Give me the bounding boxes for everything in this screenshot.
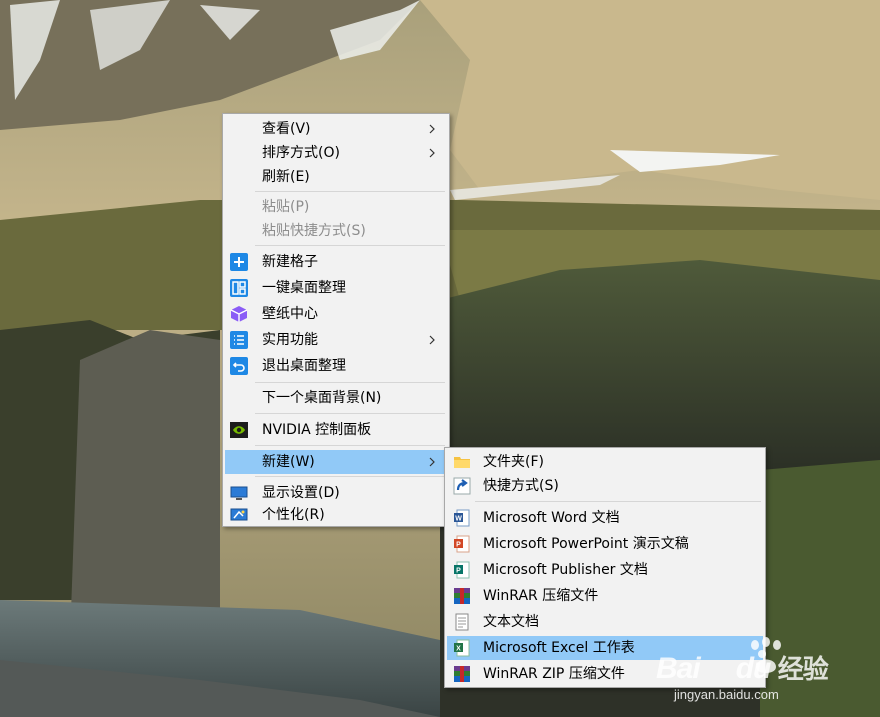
winrar-zip-icon — [454, 666, 470, 682]
submenu-item-label: Microsoft Publisher 文档 — [483, 562, 648, 578]
menu-item-view[interactable]: 查看(V) — [225, 117, 447, 141]
menu-item-label: 排序方式(O) — [262, 145, 340, 161]
powerpoint-icon: P — [454, 535, 470, 553]
menu-item-label: 新建(W) — [262, 454, 315, 470]
submenu-item-word-doc[interactable]: W Microsoft Word 文档 — [447, 506, 763, 530]
baidu-watermark: Bai du 经验 jingyan.baidu.com — [656, 635, 866, 707]
submenu-item-folder[interactable]: 文件夹(F) — [447, 450, 763, 474]
menu-item-label: 粘贴(P) — [262, 199, 310, 215]
submenu-item-label: Microsoft Excel 工作表 — [483, 640, 635, 656]
menu-separator — [255, 245, 445, 246]
menu-separator — [255, 476, 445, 477]
watermark-subtitle: 经验 — [777, 655, 829, 685]
menu-item-sort-by[interactable]: 排序方式(O) — [225, 141, 447, 165]
menu-separator — [255, 191, 445, 192]
menu-item-one-click-organize[interactable]: 一键桌面整理 — [225, 276, 447, 300]
submenu-item-label: 文件夹(F) — [483, 454, 544, 470]
submenu-item-label: Microsoft Word 文档 — [483, 510, 620, 526]
menu-item-paste-shortcut[interactable]: 粘贴快捷方式(S) — [225, 219, 447, 243]
svg-text:W: W — [455, 516, 462, 523]
layout-grid-icon — [230, 279, 248, 297]
menu-item-label: 实用功能 — [262, 332, 318, 348]
menu-item-label: 下一个桌面背景(N) — [262, 390, 382, 406]
submenu-item-label: Microsoft PowerPoint 演示文稿 — [483, 536, 689, 552]
desktop-context-menu: 查看(V) 排序方式(O) 刷新(E) 粘贴(P) 粘贴快捷方式(S) 新建格子… — [222, 113, 450, 527]
menu-item-new-grid[interactable]: 新建格子 — [225, 250, 447, 274]
text-file-icon — [455, 613, 469, 631]
menu-item-label: 退出桌面整理 — [262, 358, 346, 374]
submenu-item-text-document[interactable]: 文本文档 — [447, 610, 763, 634]
svg-text:P: P — [456, 568, 461, 575]
menu-item-label: 个性化(R) — [262, 507, 325, 523]
menu-item-label: 新建格子 — [262, 254, 318, 270]
submenu-item-publisher[interactable]: P Microsoft Publisher 文档 — [447, 558, 763, 582]
publisher-icon: P — [454, 561, 470, 579]
cube-icon — [230, 306, 248, 322]
submenu-item-label: WinRAR ZIP 压缩文件 — [483, 666, 625, 682]
menu-item-label: 粘贴快捷方式(S) — [262, 223, 366, 239]
svg-text:P: P — [456, 542, 461, 549]
menu-item-utilities[interactable]: 实用功能 — [225, 328, 447, 352]
menu-item-label: 显示设置(D) — [262, 485, 340, 501]
menu-item-label: 刷新(E) — [262, 169, 310, 185]
menu-item-refresh[interactable]: 刷新(E) — [225, 165, 447, 189]
submenu-item-label: WinRAR 压缩文件 — [483, 588, 599, 604]
chevron-right-icon — [429, 124, 435, 134]
menu-item-nvidia-control-panel[interactable]: NVIDIA 控制面板 — [225, 418, 447, 442]
exit-icon — [230, 357, 248, 375]
excel-icon: X — [454, 639, 470, 657]
menu-item-label: 查看(V) — [262, 121, 311, 137]
chevron-right-icon — [429, 335, 435, 345]
watermark-url: jingyan.baidu.com — [674, 687, 779, 702]
submenu-item-winrar[interactable]: WinRAR 压缩文件 — [447, 584, 763, 608]
personalize-icon — [230, 508, 248, 521]
svg-text:X: X — [456, 646, 461, 653]
add-square-icon — [230, 253, 248, 271]
menu-separator — [255, 445, 445, 446]
submenu-item-powerpoint[interactable]: P Microsoft PowerPoint 演示文稿 — [447, 532, 763, 556]
nvidia-icon — [230, 422, 248, 438]
menu-separator — [475, 501, 761, 502]
submenu-item-label: 快捷方式(S) — [483, 478, 559, 494]
submenu-item-shortcut[interactable]: 快捷方式(S) — [447, 474, 763, 498]
folder-icon — [454, 457, 470, 468]
chevron-right-icon — [429, 457, 435, 467]
menu-item-personalize[interactable]: 个性化(R) — [225, 503, 447, 527]
display-icon — [230, 486, 248, 500]
menu-item-paste[interactable]: 粘贴(P) — [225, 195, 447, 219]
menu-item-next-background[interactable]: 下一个桌面背景(N) — [225, 386, 447, 410]
menu-item-new[interactable]: 新建(W) — [225, 450, 447, 474]
watermark-brand-2: du — [735, 652, 772, 685]
winrar-icon — [454, 588, 470, 604]
menu-item-label: 一键桌面整理 — [262, 280, 346, 296]
watermark-brand: Bai — [656, 652, 701, 685]
shortcut-icon — [453, 477, 471, 495]
submenu-item-label: 文本文档 — [483, 614, 539, 630]
chevron-right-icon — [429, 148, 435, 158]
menu-separator — [255, 382, 445, 383]
menu-item-display-settings[interactable]: 显示设置(D) — [225, 481, 447, 505]
menu-item-wallpaper-center[interactable]: 壁纸中心 — [225, 302, 447, 326]
menu-separator — [255, 413, 445, 414]
word-doc-icon: W — [454, 509, 470, 527]
menu-item-label: 壁纸中心 — [262, 306, 318, 322]
menu-item-exit-organize[interactable]: 退出桌面整理 — [225, 354, 447, 378]
menu-item-label: NVIDIA 控制面板 — [262, 422, 372, 438]
list-icon — [230, 331, 248, 349]
